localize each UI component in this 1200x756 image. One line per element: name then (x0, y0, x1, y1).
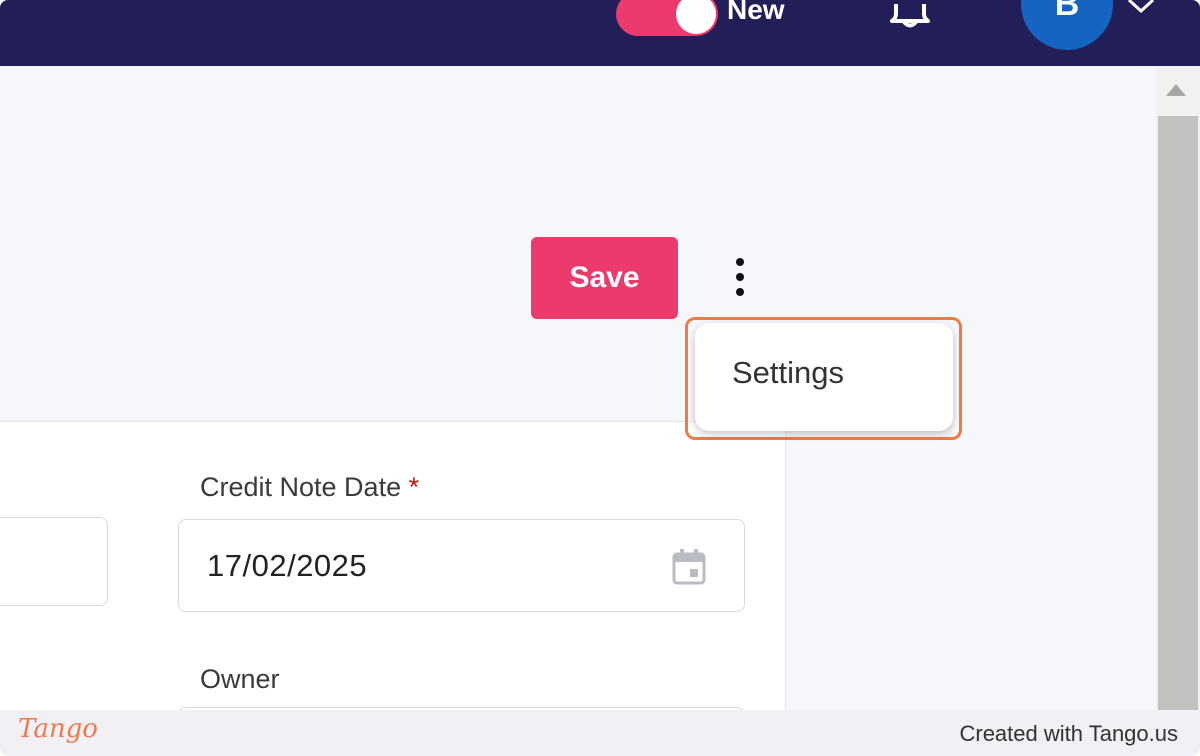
created-with-text: Created with Tango.us (959, 721, 1178, 746)
save-button[interactable]: Save (531, 237, 678, 319)
more-options-dropdown: Settings (695, 323, 953, 431)
toggle-label: New (727, 0, 785, 25)
top-navigation-bar: New B (0, 0, 1200, 66)
calendar-icon[interactable] (671, 548, 707, 586)
avatar-initial: B (1054, 0, 1080, 23)
credit-note-date-label-text: Credit Note Date (200, 472, 402, 502)
tango-footer: Tango Created with Tango.us (0, 710, 1200, 756)
kebab-menu-icon[interactable] (722, 252, 758, 302)
owner-label: Owner (200, 664, 280, 694)
app-screen: New B Save Credit Note Date * 17/02/2025… (0, 0, 1200, 756)
new-ui-toggle[interactable] (616, 0, 718, 36)
credit-note-date-value: 17/02/2025 (207, 548, 368, 583)
avatar[interactable]: B (1021, 0, 1113, 50)
chevron-down-icon[interactable] (1126, 0, 1156, 14)
tango-logo: Tango (18, 714, 98, 744)
toggle-knob (676, 0, 716, 34)
menu-item-settings[interactable]: Settings (732, 355, 844, 391)
vertical-scrollbar[interactable] (1156, 66, 1200, 710)
credit-note-form-card: Credit Note Date * 17/02/2025 Owner (0, 421, 786, 737)
scroll-up-arrow-icon[interactable] (1166, 84, 1186, 96)
bell-icon[interactable] (887, 0, 933, 30)
required-asterisk: * (408, 472, 420, 502)
credit-note-date-label: Credit Note Date * (200, 472, 419, 503)
left-input-field[interactable] (0, 517, 108, 606)
scrollbar-thumb[interactable] (1158, 116, 1198, 710)
credit-note-date-field[interactable]: 17/02/2025 (178, 519, 745, 612)
